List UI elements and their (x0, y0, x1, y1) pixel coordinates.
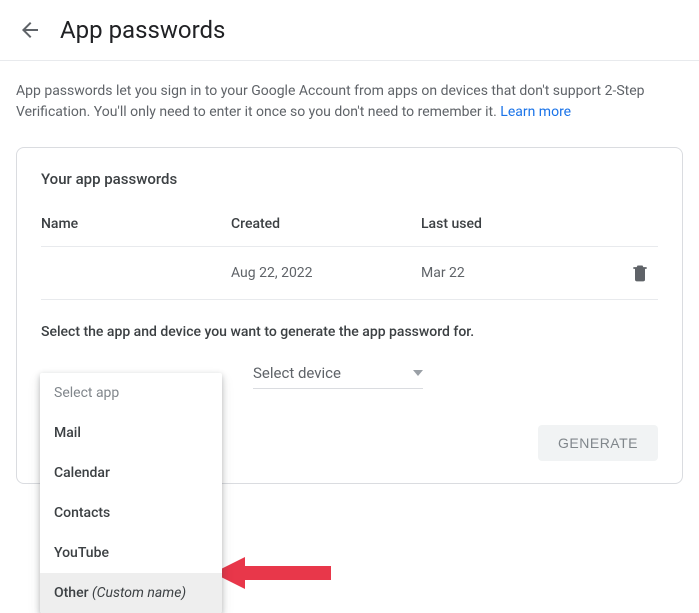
col-header-lastused: Last used (421, 216, 622, 232)
select-app-dropdown: Select app Mail Calendar Contacts YouTub… (40, 373, 222, 613)
select-instructions: Select the app and device you want to ge… (41, 324, 658, 340)
back-arrow-icon[interactable] (18, 18, 42, 42)
cell-lastused: Mar 22 (421, 265, 622, 281)
dropdown-item-mail[interactable]: Mail (40, 413, 222, 453)
dropdown-item-other[interactable]: Other (Custom name) (40, 573, 222, 613)
col-header-name: Name (41, 216, 231, 232)
learn-more-link[interactable]: Learn more (500, 104, 571, 120)
select-device-dropdown[interactable]: Select device (253, 360, 423, 389)
col-header-created: Created (231, 216, 421, 232)
dropdown-item-calendar[interactable]: Calendar (40, 453, 222, 493)
cell-action (622, 263, 658, 283)
dropdown-item-contacts[interactable]: Contacts (40, 493, 222, 533)
table-row: Aug 22, 2022 Mar 22 (41, 247, 658, 300)
generate-button[interactable]: GENERATE (538, 425, 658, 461)
dropdown-item-youtube[interactable]: YouTube (40, 533, 222, 573)
dropdown-item-other-suffix: (Custom name) (92, 585, 186, 601)
page-title: App passwords (60, 16, 225, 44)
intro-text: App passwords let you sign in to your Go… (16, 81, 683, 123)
annotation-arrow-icon (213, 553, 333, 593)
trash-icon[interactable] (630, 263, 650, 283)
dropdown-placeholder: Select app (40, 373, 222, 413)
dropdown-item-other-label: Other (54, 585, 92, 601)
cell-created: Aug 22, 2022 (231, 265, 421, 281)
table-header-row: Name Created Last used (41, 216, 658, 247)
page-header: App passwords (0, 0, 699, 61)
chevron-down-icon (413, 370, 423, 376)
card-title: Your app passwords (41, 170, 658, 188)
select-device-label: Select device (253, 364, 341, 382)
